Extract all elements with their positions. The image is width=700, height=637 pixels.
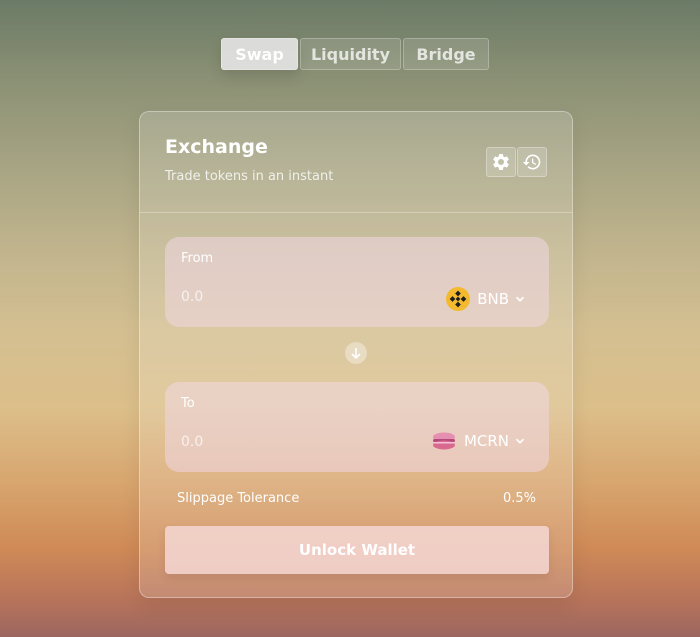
- gear-icon: [493, 153, 509, 170]
- slippage-label: Slippage Tolerance: [177, 491, 300, 506]
- swap-direction-button[interactable]: [345, 342, 367, 364]
- settings-button[interactable]: [486, 147, 516, 177]
- tab-liquidity-label: Liquidity: [310, 44, 391, 64]
- from-label: From: [181, 251, 214, 266]
- chevron-down-icon: [515, 296, 525, 302]
- from-amount-input[interactable]: [181, 289, 381, 305]
- card-subtitle: Trade tokens in an instant: [165, 169, 334, 184]
- tab-bar: Swap Liquidity Bridge: [221, 38, 491, 70]
- tab-liquidity[interactable]: Liquidity: [300, 38, 401, 70]
- to-amount-input[interactable]: [181, 434, 381, 450]
- to-token-symbol: MCRN: [463, 432, 509, 450]
- history-icon: [522, 154, 541, 170]
- bnb-icon: [446, 287, 471, 311]
- tab-swap[interactable]: Swap: [221, 38, 298, 70]
- tab-bridge[interactable]: Bridge: [403, 38, 489, 70]
- history-button[interactable]: [517, 147, 547, 177]
- mcrn-icon: [432, 432, 455, 450]
- card-title: Exchange: [165, 136, 268, 158]
- chevron-down-icon: [515, 438, 525, 444]
- slippage-value: 0.5%: [502, 491, 536, 506]
- from-token-symbol: BNB: [477, 290, 509, 308]
- from-token-selector[interactable]: BNB: [446, 287, 525, 311]
- to-panel: To MCRN: [165, 382, 549, 472]
- to-label: To: [181, 396, 195, 411]
- arrow-down-icon: [351, 348, 361, 360]
- tab-swap-label: Swap: [235, 44, 284, 64]
- to-token-selector[interactable]: MCRN: [431, 432, 525, 450]
- tab-bridge-label: Bridge: [416, 44, 476, 64]
- card-header: Exchange Trade tokens in an instant: [140, 112, 572, 213]
- from-panel: From BNB: [165, 237, 549, 327]
- unlock-wallet-button[interactable]: Unlock Wallet: [165, 526, 549, 574]
- exchange-card: Exchange Trade tokens in an instant From: [139, 111, 573, 598]
